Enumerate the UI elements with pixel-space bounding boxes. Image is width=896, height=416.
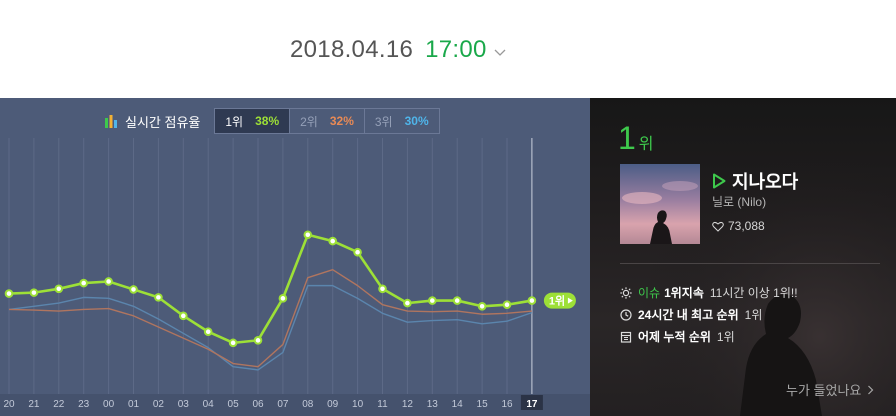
tab-rank-label: 2위 (300, 114, 318, 129)
data-point[interactable] (502, 300, 512, 309)
data-point[interactable] (29, 288, 39, 297)
x-tick-label: 13 (427, 399, 439, 410)
who-listened-text: 누가 들었나요 (786, 383, 862, 398)
tab-rank-share: 30% (404, 114, 429, 128)
data-point[interactable] (104, 277, 113, 286)
x-tick-label: 22 (53, 399, 65, 410)
peak-label: 24시간 내 최고 순위 (638, 308, 739, 322)
x-tick-label: 02 (153, 399, 165, 410)
data-point[interactable] (328, 236, 338, 246)
x-tick-label: 21 (28, 399, 40, 410)
data-point[interactable] (403, 298, 412, 308)
data-point[interactable] (303, 230, 313, 240)
cumulative-label: 어제 누적 순위 (638, 330, 711, 344)
chart-time-selector[interactable]: 2018.04.16 17:00 (290, 36, 507, 66)
rank-tabs: 1위 38% 2위 32% 3위 30% (214, 108, 440, 134)
tab-rank-2[interactable]: 2위 32% (290, 109, 365, 133)
x-tick-label: 14 (452, 399, 464, 410)
x-tick-label: 05 (228, 399, 240, 410)
data-point[interactable] (129, 285, 138, 294)
info-cumulative-row: 어제 누적 순위 1위 (620, 328, 735, 345)
calendar-icon (620, 331, 632, 343)
like-count-value: 73,088 (728, 219, 765, 233)
cumulative-value: 1위 (716, 330, 735, 344)
rank-number: 1 (618, 120, 636, 156)
album-cover[interactable] (620, 164, 700, 244)
share-chart-panel: 1위 20 21 22 23 00 01 02 03 04 05 06 07 08 09 10 11 12 13 14… (0, 98, 590, 416)
header: 2018.04.16 17:00 (0, 0, 896, 98)
song-title-link[interactable]: 지나오다 (712, 168, 798, 194)
heart-icon (712, 221, 724, 232)
tab-rank-share: 32% (329, 114, 354, 128)
tab-rank-1[interactable]: 1위 38% (215, 109, 291, 133)
issue-text: 11시간 이상 1위!! (709, 286, 798, 300)
tab-rank-share: 38% (255, 114, 280, 128)
data-point[interactable] (253, 336, 263, 345)
x-tick-label: 00 (103, 399, 115, 410)
clock-icon (620, 308, 632, 321)
rank-unit: 위 (638, 136, 654, 153)
data-point[interactable] (54, 284, 64, 294)
x-tick-label: 06 (252, 399, 264, 410)
issue-headline: 1위지속 (664, 286, 704, 300)
data-point[interactable] (203, 327, 213, 337)
artist-name[interactable]: 닐로 (Nilo) (712, 193, 766, 210)
chart-date: 2018.04.16 (290, 36, 414, 63)
chevron-down-icon (494, 49, 506, 56)
play-icon[interactable] (712, 173, 726, 189)
peak-value: 1위 (744, 308, 763, 322)
info-peak-row: 24시간 내 최고 순위 1위 (620, 306, 762, 323)
x-tick-label: 09 (327, 399, 339, 410)
data-point[interactable] (428, 296, 437, 305)
data-point[interactable] (353, 247, 362, 257)
data-point[interactable] (154, 293, 163, 302)
x-tick-label: 01 (128, 399, 140, 410)
x-tick-label: 03 (178, 399, 190, 410)
x-tick-label: 23 (78, 399, 90, 410)
x-tick-label: 20 (3, 399, 15, 410)
data-point[interactable] (477, 301, 487, 311)
realtime-share-chart: 1위 20 21 22 23 00 01 02 03 04 05 06 07 08 09 10 11 12 13 14… (0, 138, 590, 416)
x-tick-label: 16 (501, 399, 513, 410)
tab-rank-label: 3위 (374, 114, 393, 129)
tab-rank-label: 1위 (225, 114, 244, 129)
top-song-panel: 1위 지나오다 닐로 (Nilo) 73,088 이슈 1위지속 11시간 이상… (590, 98, 896, 416)
data-point[interactable] (228, 338, 238, 348)
info-issue-row: 이슈 1위지속 11시간 이상 1위!! (620, 284, 798, 301)
data-point[interactable] (378, 284, 387, 294)
x-tick-label: 15 (477, 399, 489, 410)
x-tick-label: 08 (302, 399, 314, 410)
album-art-image (620, 164, 700, 244)
bar-chart-icon (105, 115, 117, 128)
sun-icon (620, 286, 632, 299)
chevron-right-icon (868, 385, 874, 394)
data-point[interactable] (452, 296, 462, 305)
series-line-1위 (8, 233, 533, 345)
who-listened-link[interactable]: 누가 들었나요 (786, 380, 874, 399)
legend-title: 실시간 점유율 (104, 112, 200, 131)
x-tick-label: 17 (526, 399, 538, 410)
x-tick-label: 10 (352, 399, 364, 410)
x-tick-label: 07 (277, 399, 289, 410)
current-rank: 1위 (618, 120, 654, 163)
like-count[interactable]: 73,088 (712, 219, 765, 233)
data-point[interactable] (179, 311, 188, 321)
divider (620, 263, 880, 264)
data-point[interactable] (527, 296, 537, 305)
x-tick-label: 11 (377, 399, 388, 410)
chart-time: 17:00 (425, 36, 487, 63)
x-tick-label: 04 (203, 399, 215, 410)
song-title: 지나오다 (732, 172, 799, 192)
data-point[interactable] (278, 294, 288, 303)
tab-rank-3[interactable]: 3위 30% (365, 109, 439, 133)
data-point[interactable] (4, 289, 14, 298)
chart-legend: 실시간 점유율 1위 38% 2위 32% 3위 30% (104, 108, 440, 134)
x-tick-label: 12 (402, 399, 414, 410)
end-label-text: 1위 (549, 295, 565, 308)
series-line-3위 (8, 284, 533, 371)
data-point[interactable] (79, 278, 88, 288)
issue-tag: 이슈 (638, 286, 661, 300)
legend-title-text: 실시간 점유율 (125, 114, 201, 130)
